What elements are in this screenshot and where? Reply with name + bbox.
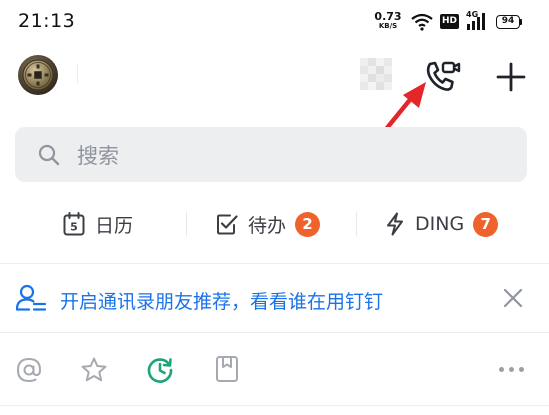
avatar[interactable] <box>18 55 58 95</box>
tab-todo-label: 待办 <box>248 214 287 237</box>
tab-divider <box>356 212 357 236</box>
wifi-icon <box>411 13 433 31</box>
more-icon[interactable] <box>499 367 524 372</box>
network-speed-unit: KB/S <box>378 22 398 30</box>
coin-avatar-image <box>18 55 58 95</box>
network-speed-value: 0.73 <box>374 10 402 23</box>
tab-divider <box>186 212 187 236</box>
battery-icon: 94 <box>496 15 520 29</box>
tab-calendar-label: 日历 <box>95 214 134 237</box>
tab-ding[interactable]: DING 7 <box>385 202 499 246</box>
divider <box>0 405 549 406</box>
tab-calendar[interactable]: 5 日历 <box>63 202 133 246</box>
ding-count-badge: 7 <box>473 211 499 237</box>
hd-voice-icon: HD <box>440 14 459 29</box>
calendar-day: 5 <box>70 221 78 234</box>
checkbox-icon <box>217 214 238 235</box>
battery-tip <box>520 19 522 25</box>
search-input[interactable] <box>75 127 499 184</box>
lightning-icon <box>387 212 403 236</box>
bookmark-icon[interactable] <box>215 355 239 383</box>
todo-count-badge: 2 <box>295 211 321 237</box>
more-dot <box>509 367 514 372</box>
search-icon <box>38 144 60 166</box>
banner-text[interactable]: 开启通讯录朋友推荐，看看谁在用钉钉 <box>60 287 383 314</box>
tab-ding-label: DING <box>415 213 465 235</box>
signal-icon: 4G <box>466 10 488 32</box>
star-icon[interactable] <box>80 356 108 384</box>
more-dot <box>519 367 524 372</box>
more-dot <box>499 367 504 372</box>
at-icon[interactable] <box>16 357 42 383</box>
status-time: 21:13 <box>18 10 76 32</box>
network-speed: 0.73 KB/S <box>372 11 404 30</box>
divider <box>0 332 549 333</box>
contact-recommend-icon <box>15 284 47 311</box>
close-icon[interactable] <box>502 287 524 309</box>
header-divider <box>77 64 78 84</box>
calendar-icon: 5 <box>63 212 85 236</box>
add-icon[interactable] <box>496 62 526 92</box>
tab-todo[interactable]: 待办 2 <box>216 202 321 246</box>
recent-icon[interactable] <box>146 356 174 384</box>
search-bar[interactable] <box>15 127 527 184</box>
